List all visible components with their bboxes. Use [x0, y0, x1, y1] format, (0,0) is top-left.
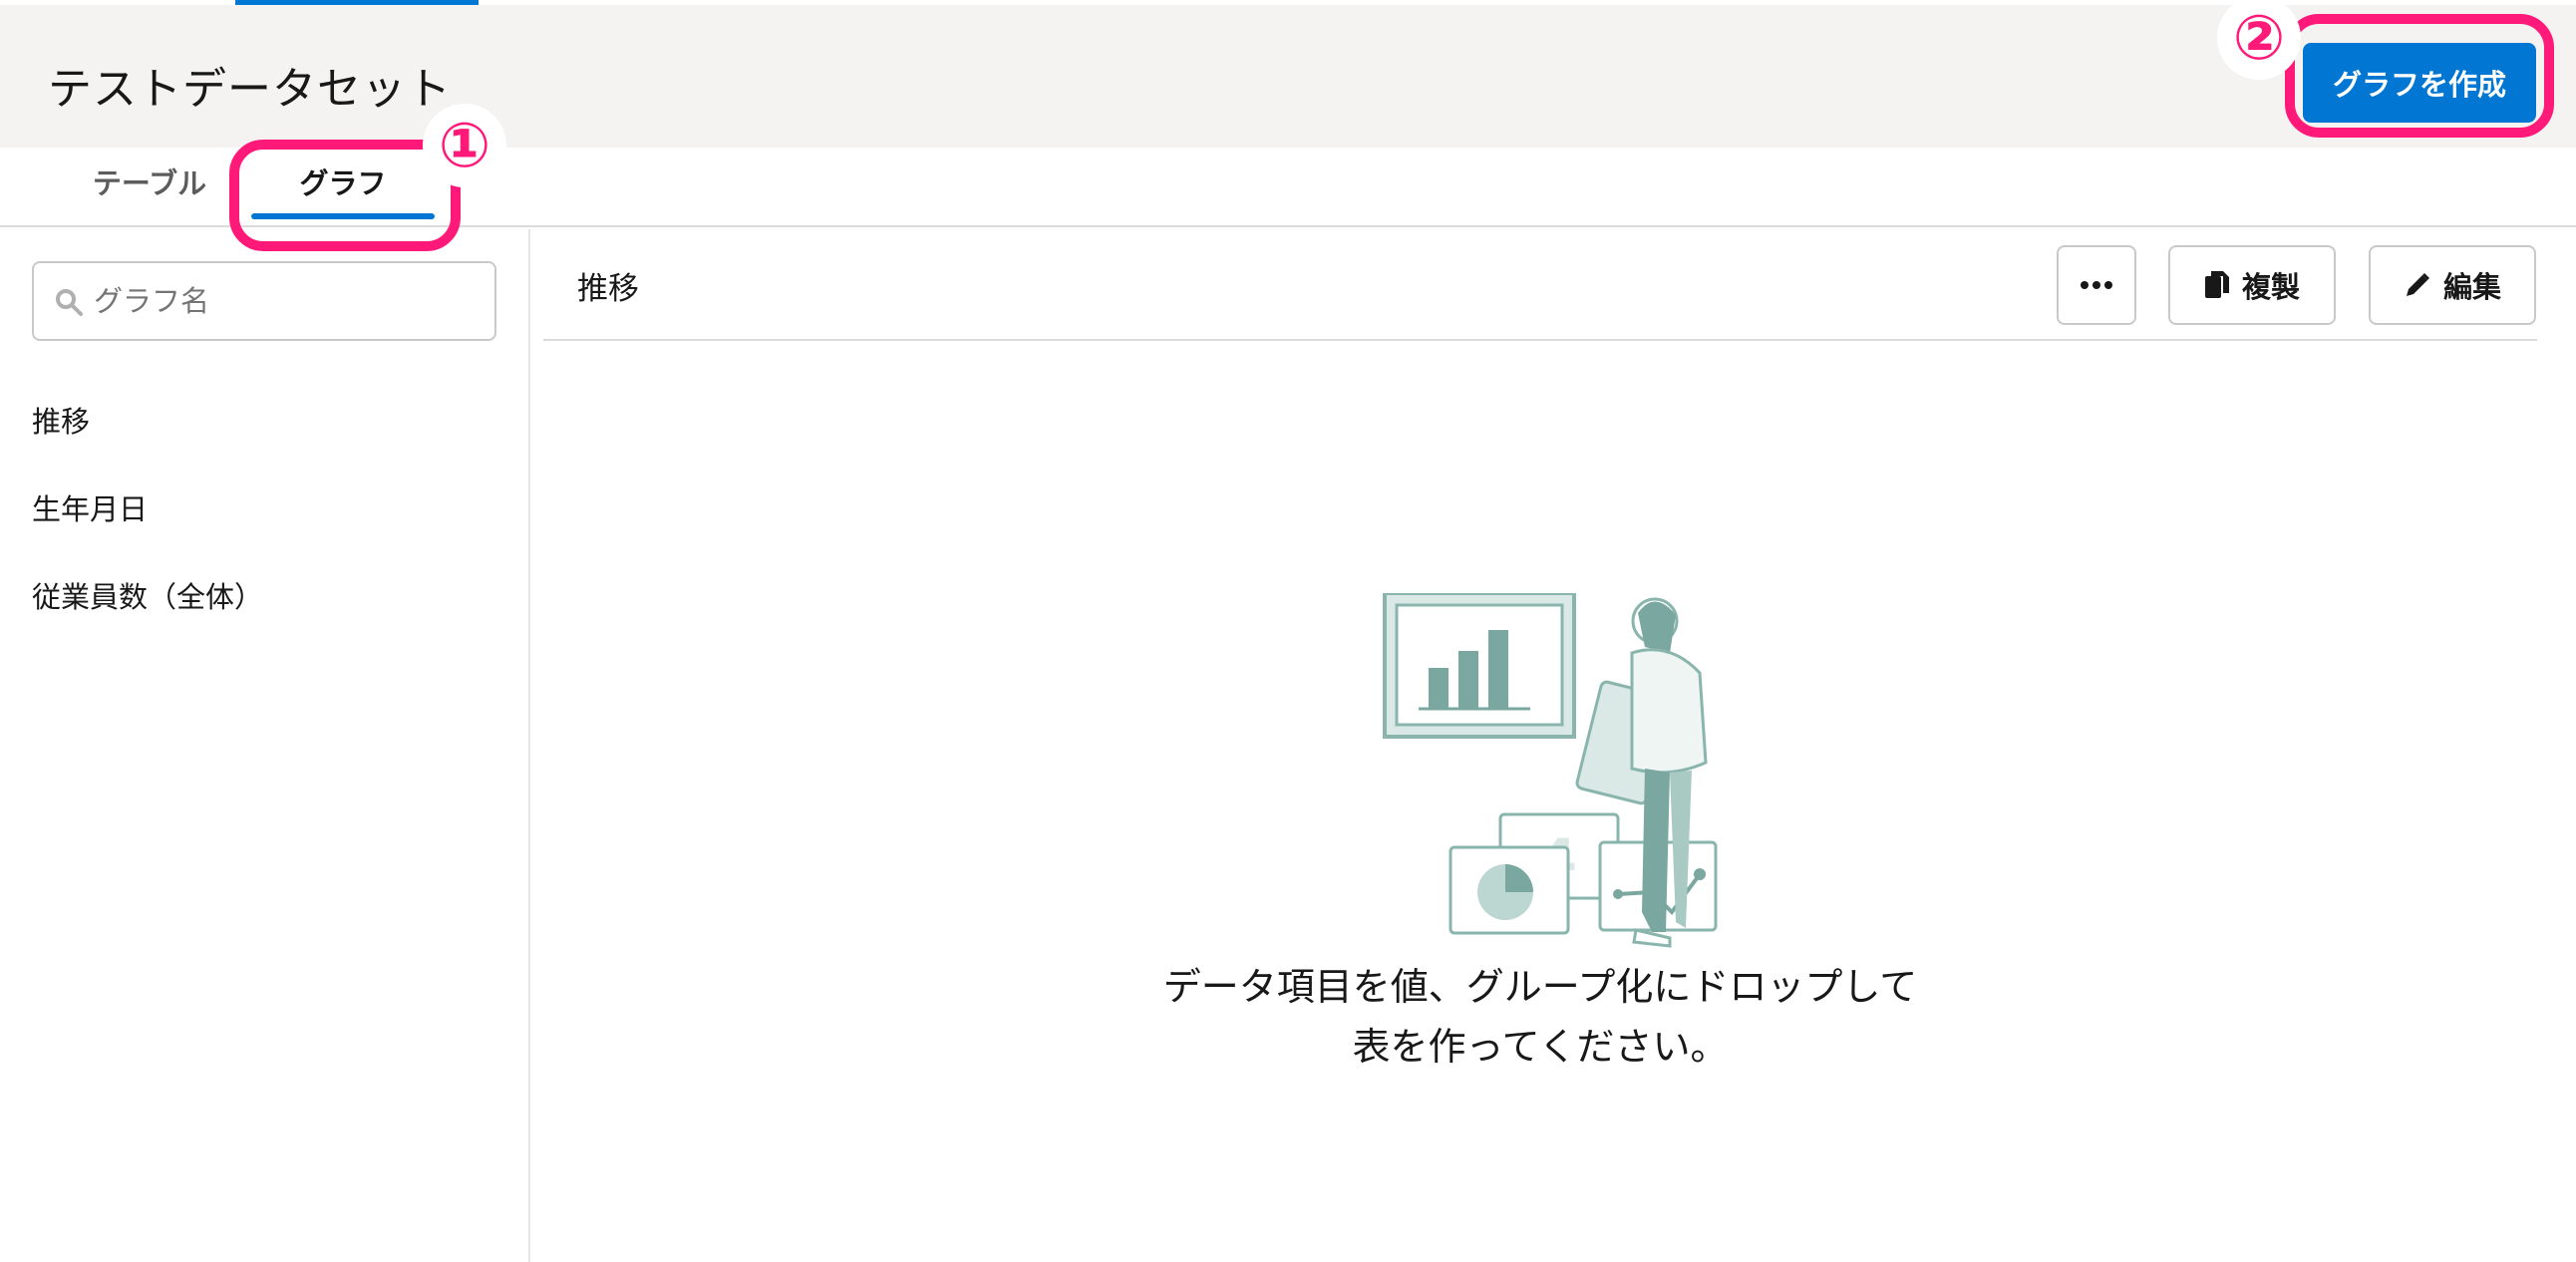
more-actions-button[interactable] [2057, 245, 2136, 325]
annotation-badge-2: ② [2223, 2, 2295, 74]
annotation-highlight-create [2285, 14, 2554, 138]
graph-search-input[interactable] [94, 263, 483, 339]
tab-table[interactable]: テーブル [60, 161, 239, 221]
empty-state-message: データ項目を値、グループ化にドロップして 表を作ってください。 [1042, 957, 2039, 1077]
sidebar-item-employees[interactable]: 従業員数（全体） [32, 574, 263, 616]
empty-message-line2: 表を作ってください。 [1352, 1025, 1729, 1069]
duplicate-label: 複製 [2241, 270, 2300, 304]
graph-main-panel: 推移 複製 編集 データ項目を値、グループ化にドロップして 表を作ってください。 [543, 229, 2537, 1262]
empty-message-line1: データ項目を値、グループ化にドロップして [1162, 965, 1918, 1009]
graph-header: 推移 複製 編集 [543, 229, 2537, 341]
sidebar-item-birthdate[interactable]: 生年月日 [32, 486, 148, 528]
page-header: テストデータセット グラフを作成 [0, 5, 2576, 148]
search-box [32, 261, 496, 341]
copy-icon [2204, 271, 2229, 298]
duplicate-button[interactable]: 複製 [2168, 245, 2336, 325]
pencil-icon [2406, 273, 2429, 296]
graph-title: 推移 [577, 271, 639, 307]
annotation-highlight-tab [229, 140, 461, 251]
ellipsis-icon [2081, 281, 2112, 289]
search-icon [56, 289, 83, 316]
annotation-badge-1: ① [429, 110, 500, 181]
edit-button[interactable]: 編集 [2369, 245, 2536, 325]
page-title: テストデータセット [48, 64, 452, 115]
empty-state-illustration: 4 [1383, 593, 1718, 948]
graph-sidebar: 推移 生年月日 従業員数（全体） [0, 229, 530, 1262]
sidebar-item-trend[interactable]: 推移 [32, 399, 90, 441]
edit-label: 編集 [2442, 270, 2501, 304]
